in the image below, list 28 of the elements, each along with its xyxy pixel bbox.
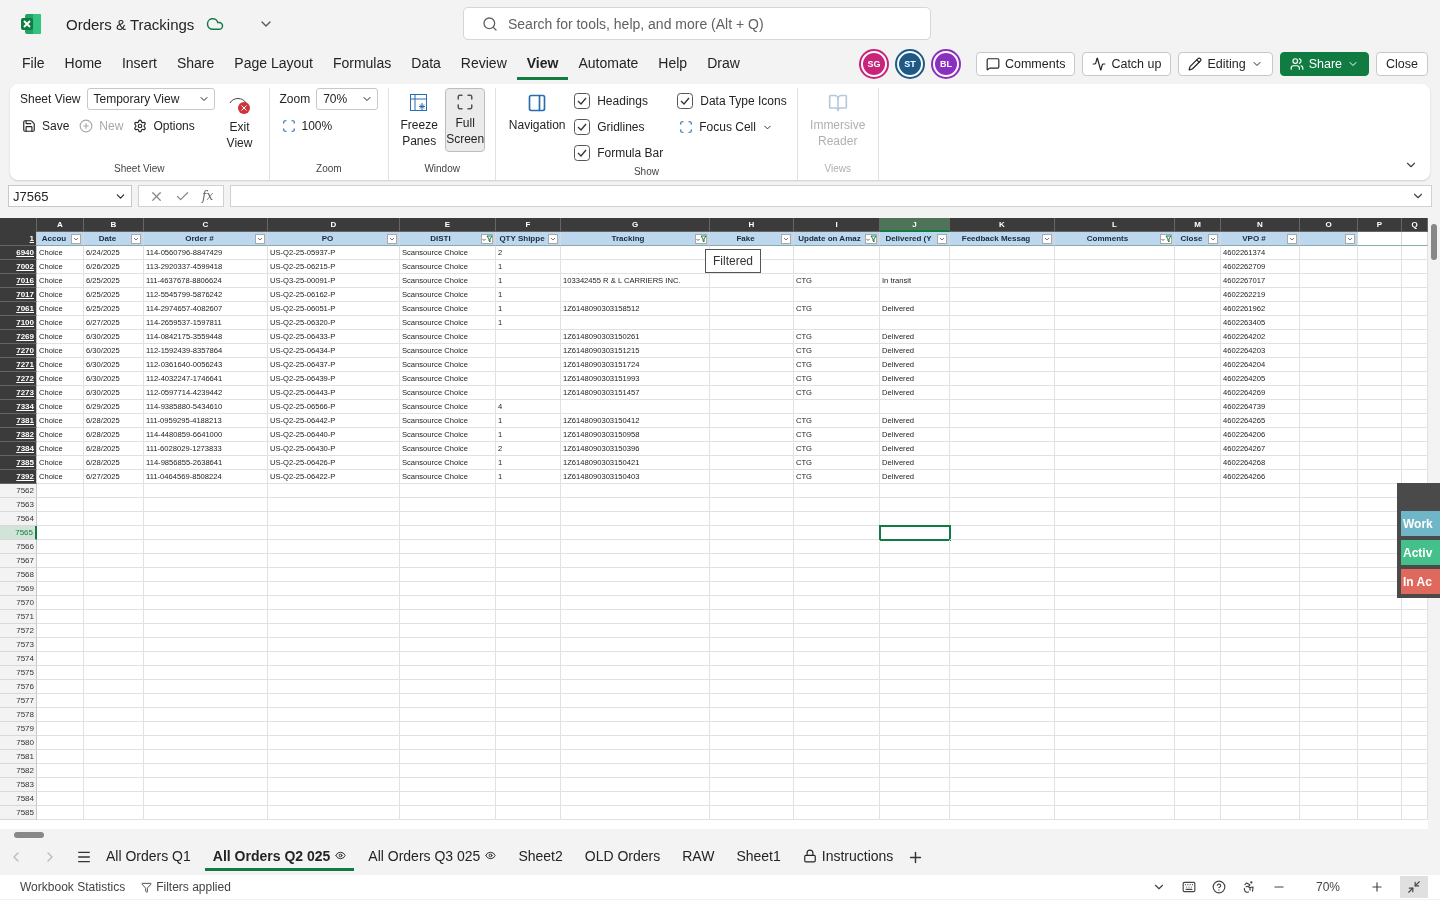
- sheet-view-label: Sheet View: [20, 92, 81, 106]
- header-text: VPO #: [1241, 234, 1267, 243]
- header-text: Order #: [184, 234, 215, 243]
- checkbox-label: Gridlines: [597, 120, 645, 134]
- tooltip: Filtered: [705, 249, 761, 273]
- header-text: Update on Amaz: [797, 234, 862, 243]
- header-text: Accou: [40, 234, 68, 243]
- checkbox-label: Headings: [597, 94, 648, 108]
- group-label: Window: [423, 163, 461, 176]
- header-text: Delivered (Y: [884, 234, 933, 243]
- header-text: Comments: [1085, 234, 1130, 243]
- checkbox-label: Data Type Icons: [700, 94, 787, 108]
- group-label: Show: [632, 166, 660, 179]
- group-label: Views: [823, 163, 852, 176]
- header-text: DISTI: [429, 234, 452, 243]
- document-title: Orders & Trackings: [66, 15, 195, 33]
- filters-status: Filters applied: [141, 880, 231, 894]
- header-text: Close: [1179, 234, 1204, 243]
- header-text: Date: [97, 234, 118, 243]
- header-text: QTY Shippe: [498, 234, 546, 243]
- group-label: Zoom: [315, 163, 343, 176]
- zoom-label: Zoom: [279, 92, 311, 106]
- header-text: Tracking: [610, 234, 646, 243]
- header-text: Fake: [735, 234, 756, 243]
- header-text: PO: [320, 234, 335, 243]
- group-label: Sheet View: [113, 163, 166, 176]
- checkbox-label: Formula Bar: [597, 146, 664, 160]
- header-text: Feedback Messag: [960, 234, 1032, 243]
